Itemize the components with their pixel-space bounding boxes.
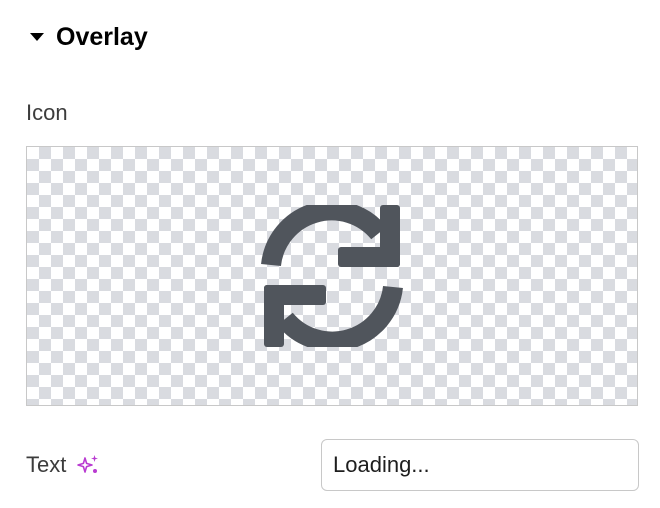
sync-icon [261, 205, 403, 347]
sparkle-icon[interactable] [76, 453, 100, 477]
section-title: Overlay [56, 22, 148, 51]
icon-preview[interactable] [26, 146, 638, 406]
text-input[interactable] [321, 439, 639, 491]
section-header-overlay[interactable]: Overlay [30, 20, 148, 54]
caret-down-icon [30, 33, 44, 41]
icon-field-label: Icon [26, 100, 68, 125]
text-field-label-row: Text [26, 452, 100, 478]
text-field-label: Text [26, 452, 67, 477]
